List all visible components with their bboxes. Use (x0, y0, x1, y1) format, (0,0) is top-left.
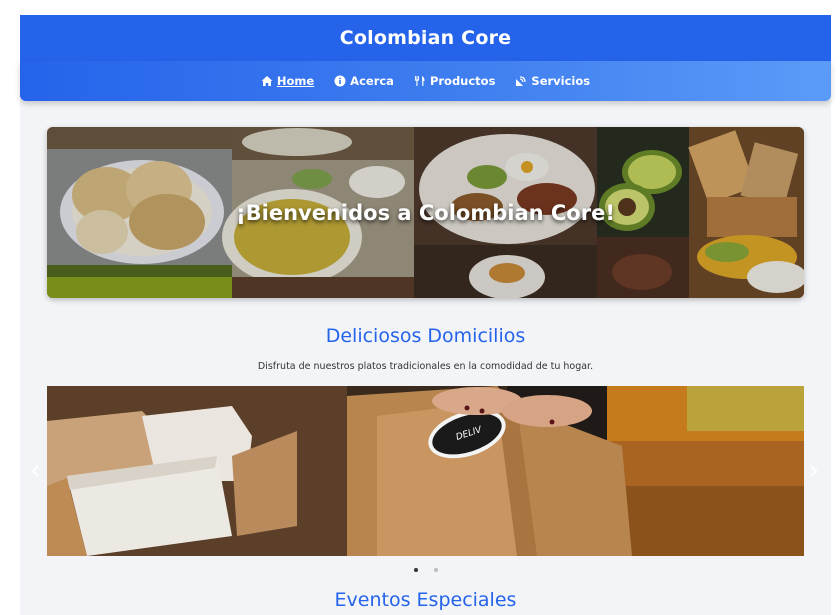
delivery-section-title: Deliciosos Domicilios (325, 325, 526, 347)
carousel-indicator-2[interactable] (433, 568, 438, 572)
hero-title: ¡Bienvenidos a Colombian Core! (236, 200, 615, 225)
nav-item-servicios[interactable]: Servicios (515, 74, 590, 88)
site-title: Colombian Core (339, 27, 512, 49)
satellite-dish-icon (515, 75, 527, 87)
nav-item-label: Home (276, 74, 315, 88)
nav-item-acerca[interactable]: Acerca (334, 74, 394, 88)
carousel-indicator-1[interactable] (413, 568, 418, 572)
info-icon (334, 75, 346, 87)
delivery-slide-image: DELIV (47, 386, 804, 556)
nav-item-label: Acerca (350, 74, 394, 88)
delivery-carousel: DELIV (47, 386, 804, 556)
nav-item-label: Servicios (531, 74, 591, 88)
site-header: Colombian Core (20, 15, 831, 61)
carousel-next-button[interactable] (807, 464, 819, 478)
chevron-left-icon (31, 465, 39, 477)
events-section-title: Eventos Especiales (334, 589, 517, 611)
carousel-prev-button[interactable] (30, 464, 42, 478)
home-icon (261, 75, 273, 87)
utensils-icon (414, 75, 426, 87)
nav-item-productos[interactable]: Productos (414, 74, 495, 88)
chevron-right-icon (810, 465, 818, 477)
carousel-indicators (20, 566, 831, 574)
delivery-section-subtitle: Disfruta de nuestros platos tradicionale… (257, 361, 594, 372)
page-container: Colombian Core Home Acerca Productos Ser… (20, 15, 831, 615)
main-nav: Home Acerca Productos Servicios (20, 61, 831, 101)
nav-item-label: Productos (429, 74, 496, 88)
nav-item-home[interactable]: Home (261, 74, 314, 88)
hero-banner: ¡Bienvenidos a Colombian Core! (47, 127, 804, 298)
